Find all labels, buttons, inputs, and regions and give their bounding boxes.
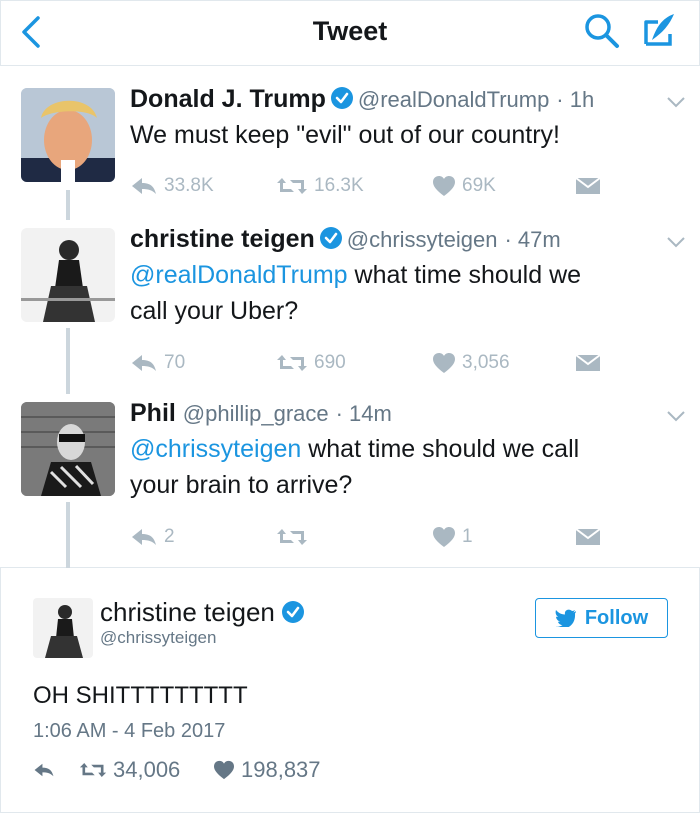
heart-icon xyxy=(433,176,455,196)
direct-message-button[interactable] xyxy=(575,172,601,200)
retweet-icon xyxy=(277,529,307,545)
retweet-button[interactable]: 16.3K xyxy=(276,172,364,200)
mention-link[interactable]: @realDonaldTrump xyxy=(130,261,348,289)
like-count: 3,056 xyxy=(462,352,510,373)
heart-icon xyxy=(433,353,455,373)
retweet-icon xyxy=(277,178,307,194)
author-handle[interactable]: @chrissyteigen xyxy=(100,628,216,648)
avatar[interactable] xyxy=(33,598,93,658)
top-bar: Tweet xyxy=(0,0,700,66)
tweet-time: · 1h xyxy=(556,87,595,112)
like-button[interactable]: 69K xyxy=(432,172,496,200)
retweet-button[interactable]: 34,006 xyxy=(79,756,180,784)
reply-count: 70 xyxy=(164,352,186,373)
tweet-text: @chrissyteigen what time should we call … xyxy=(130,431,680,503)
reply-button[interactable]: 2 xyxy=(130,523,175,551)
retweet-button[interactable]: 690 xyxy=(276,349,346,377)
tweet-item[interactable]: christine teigen @chrissyteigen · 47m @re… xyxy=(0,224,700,394)
mention-link[interactable]: @chrissyteigen xyxy=(130,435,301,463)
envelope-icon xyxy=(575,528,601,545)
reply-icon xyxy=(132,178,156,194)
chevron-down-icon[interactable] xyxy=(666,96,686,108)
heart-icon xyxy=(433,527,455,547)
like-button[interactable]: 198,837 xyxy=(213,756,321,784)
retweet-count: 16.3K xyxy=(314,175,364,196)
tweet-timestamp[interactable]: 1:06 AM - 4 Feb 2017 xyxy=(33,720,225,743)
tweet-text-part: call your Uber? xyxy=(130,297,299,325)
reply-button[interactable] xyxy=(33,756,55,784)
follow-button[interactable]: Follow xyxy=(535,598,668,638)
compose-button[interactable] xyxy=(640,10,680,50)
reply-icon xyxy=(34,763,54,777)
verified-badge-icon xyxy=(319,227,342,249)
heart-icon xyxy=(214,760,234,780)
tweet-actions: 34,006 198,837 xyxy=(33,756,433,784)
tweet-text-part: your brain to arrive? xyxy=(130,471,353,499)
tweet-text-part: what time should we call xyxy=(301,435,580,463)
chevron-down-icon[interactable] xyxy=(666,410,686,422)
tweet-text: @realDonaldTrump what time should we cal… xyxy=(130,257,680,329)
avatar[interactable] xyxy=(21,402,115,496)
tweet-time: · 14m xyxy=(335,401,392,426)
compose-icon xyxy=(644,14,674,46)
author-name[interactable]: Donald J. Trump xyxy=(130,85,326,113)
tweet-text: We must keep "evil" out of our country! xyxy=(130,121,560,149)
chevron-down-icon[interactable] xyxy=(666,236,686,248)
search-button[interactable] xyxy=(583,12,621,50)
tweet-item[interactable]: Phil @phillip_grace · 14m @chrissyteigen… xyxy=(0,398,700,563)
retweet-icon xyxy=(277,355,307,371)
like-count: 69K xyxy=(462,175,496,196)
envelope-icon xyxy=(575,177,601,194)
author-handle[interactable]: @realDonaldTrump xyxy=(358,87,549,112)
direct-message-button[interactable] xyxy=(575,523,601,551)
author-name[interactable]: christine teigen xyxy=(100,597,309,628)
reply-count: 33.8K xyxy=(164,175,214,196)
retweet-count: 690 xyxy=(314,352,346,373)
reply-button[interactable]: 33.8K xyxy=(130,172,214,200)
tweet-time: · 47m xyxy=(504,227,561,252)
direct-message-button[interactable] xyxy=(575,349,601,377)
reply-icon xyxy=(132,529,156,545)
like-button[interactable]: 1 xyxy=(432,523,473,551)
tweet-text: OH SHITTTTTTTTT xyxy=(33,682,248,709)
retweet-button[interactable] xyxy=(276,523,314,551)
avatar[interactable] xyxy=(21,228,115,322)
verified-badge-icon xyxy=(281,601,304,623)
like-count: 1 xyxy=(462,526,473,547)
reply-icon xyxy=(132,355,156,371)
verified-badge-icon xyxy=(330,87,353,109)
avatar[interactable] xyxy=(21,88,115,182)
author-name-text: christine teigen xyxy=(100,597,275,627)
reply-count: 2 xyxy=(164,526,175,547)
follow-label: Follow xyxy=(584,606,649,629)
author-handle[interactable]: @chrissyteigen xyxy=(347,227,498,252)
tweet-item[interactable]: Donald J. Trump @realDonaldTrump · 1h We … xyxy=(0,84,700,214)
like-button[interactable]: 3,056 xyxy=(432,349,510,377)
author-handle[interactable]: @phillip_grace xyxy=(183,401,329,426)
envelope-icon xyxy=(575,354,601,371)
author-name[interactable]: christine teigen xyxy=(130,225,315,253)
twitter-bird-icon xyxy=(555,609,576,627)
tweet-text-part: what time should we xyxy=(347,261,582,289)
retweet-icon xyxy=(79,763,107,777)
reply-button[interactable]: 70 xyxy=(130,349,185,377)
like-count: 198,837 xyxy=(241,757,321,782)
author-name[interactable]: Phil xyxy=(130,399,176,427)
search-icon xyxy=(585,14,619,48)
retweet-count: 34,006 xyxy=(113,757,181,782)
